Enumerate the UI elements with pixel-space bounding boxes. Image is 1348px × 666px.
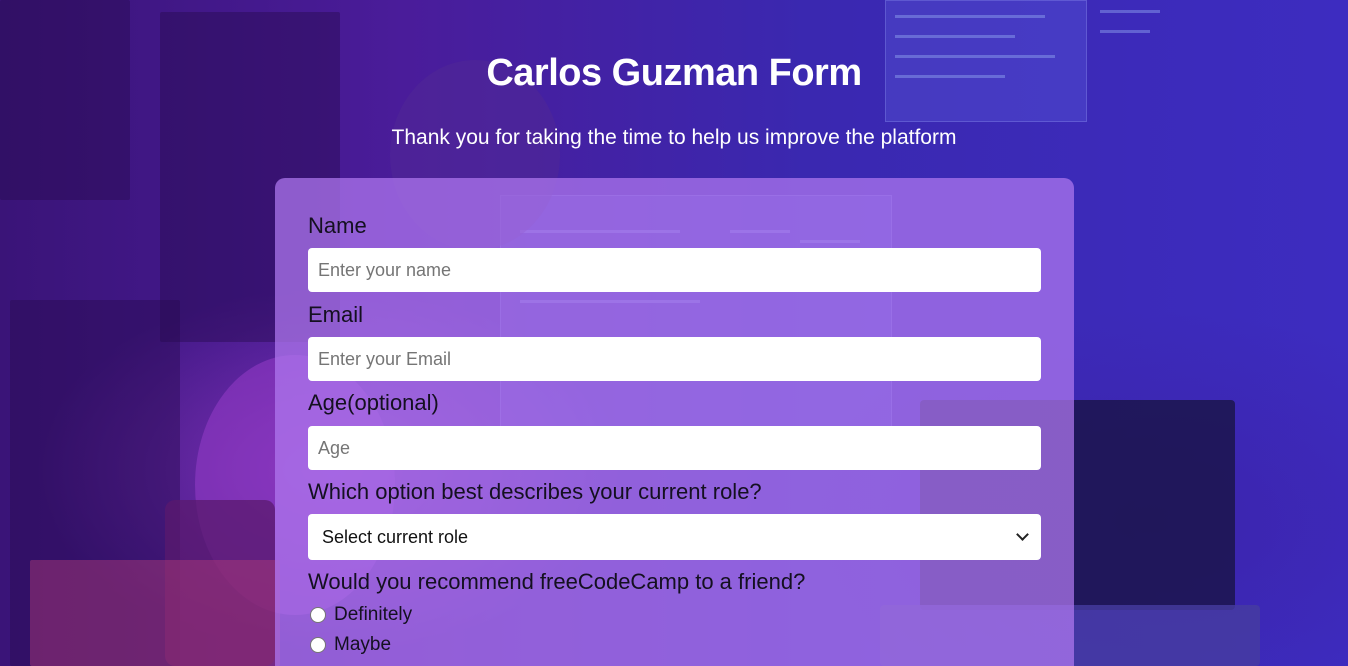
name-label: Name [308, 213, 367, 238]
page-description: Thank you for taking the time to help us… [391, 126, 957, 149]
survey-page: Carlos Guzman Form Thank you for taking … [0, 0, 1348, 666]
recommend-option-maybe[interactable]: Maybe [310, 634, 391, 656]
radio-button[interactable] [310, 607, 326, 623]
chevron-down-icon [1016, 528, 1029, 541]
age-label: Age(optional) [308, 390, 439, 415]
recommend-label: Would you recommend freeCodeCamp to a fr… [308, 569, 806, 594]
recommend-option-definitely[interactable]: Definitely [310, 604, 412, 626]
radio-label: Definitely [334, 604, 413, 625]
email-input[interactable] [308, 337, 1041, 381]
role-dropdown-value: Select current role [322, 526, 469, 547]
email-label: Email [308, 302, 364, 327]
page-title: Carlos Guzman Form [486, 52, 862, 94]
radio-button[interactable] [310, 637, 326, 653]
role-dropdown[interactable]: Select current role [308, 514, 1041, 560]
survey-form: Name Email Age(optional) Which option be… [275, 178, 1074, 666]
name-input[interactable] [308, 248, 1041, 292]
radio-label: Maybe [334, 634, 392, 655]
role-label: Which option best describes your current… [308, 479, 762, 504]
age-input[interactable] [308, 426, 1041, 470]
